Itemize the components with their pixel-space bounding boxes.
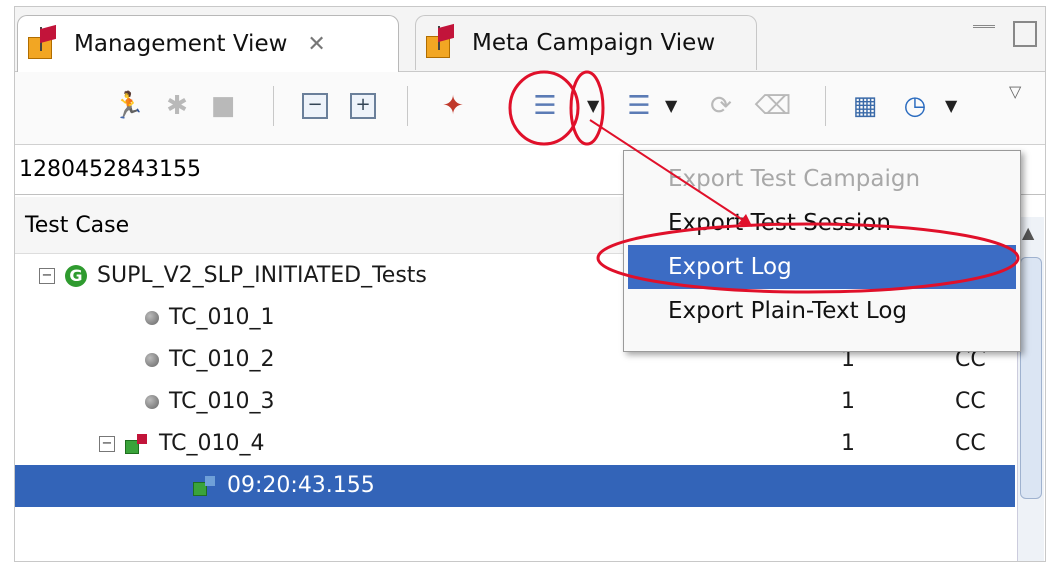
test-case-status-icon <box>145 352 159 367</box>
statistics-icon[interactable]: ▦ <box>847 88 883 124</box>
menu-item-export-test-campaign[interactable]: Export Test Campaign <box>628 157 1016 201</box>
tab-management-view[interactable]: Management View ✕ <box>17 15 399 72</box>
session-log-icon <box>193 475 217 496</box>
minimize-icon[interactable] <box>973 25 995 40</box>
maximize-icon[interactable] <box>1013 21 1037 47</box>
campaign-flag-icon <box>28 24 64 61</box>
refresh-icon[interactable]: ⟳ <box>703 88 739 124</box>
stop-icon[interactable]: ■ <box>205 88 241 124</box>
report-dropdown-arrow-icon[interactable]: ▼ <box>665 96 677 115</box>
collapse-toggle-icon[interactable]: − <box>39 267 55 284</box>
toolbar-separator <box>825 86 826 126</box>
window-controls <box>973 21 1037 47</box>
export-dropdown-menu: Export Test Campaign Export Test Session… <box>623 150 1021 352</box>
test-case-name: TC_010_1 <box>169 305 275 330</box>
test-case-name: TC_010_2 <box>169 347 275 372</box>
clock-dropdown-arrow-icon[interactable]: ▼ <box>945 96 957 115</box>
test-case-status-icon <box>145 394 159 409</box>
table-row-selected[interactable]: 09:20:43.155 <box>15 465 1015 507</box>
tab-meta-campaign-view-label: Meta Campaign View <box>472 30 716 56</box>
test-case-name: TC_010_3 <box>169 389 275 414</box>
menu-item-export-plain-text-log[interactable]: Export Plain-Text Log <box>628 289 1016 333</box>
test-case-name: TC_010_4 <box>159 431 265 456</box>
cell-status: CC <box>955 389 986 414</box>
export-dropdown-arrow-icon[interactable]: ▼ <box>587 96 599 115</box>
run-icon[interactable]: 🏃 <box>111 88 147 124</box>
test-case-status-icon <box>145 310 159 325</box>
toolbar-separator <box>273 86 274 126</box>
debug-icon[interactable]: ✱ <box>159 88 195 124</box>
clock-icon[interactable]: ◷ <box>897 88 933 124</box>
table-row[interactable]: TC_011_1 1 CC <box>15 507 1015 549</box>
session-timestamp: 09:20:43.155 <box>227 473 375 498</box>
scroll-up-icon[interactable]: ▲ <box>1022 223 1034 242</box>
test-case-status-icon <box>145 535 159 549</box>
tab-management-view-label: Management View <box>74 31 288 57</box>
menu-item-export-test-session[interactable]: Export Test Session <box>628 201 1016 245</box>
scrollbar-thumb[interactable] <box>1020 257 1042 499</box>
cell-status: CC <box>955 529 986 554</box>
collapse-all-icon[interactable]: − <box>297 88 333 124</box>
new-campaign-icon[interactable]: ✦ <box>435 88 471 124</box>
cell-status: CC <box>955 431 986 456</box>
collapse-toggle-icon[interactable]: − <box>99 435 115 452</box>
table-row[interactable]: − TC_010_4 1 CC <box>15 423 1015 465</box>
menu-item-export-log[interactable]: Export Log <box>628 245 1016 289</box>
cell-count: 1 <box>841 431 855 456</box>
column-header-test-case[interactable]: Test Case <box>25 213 129 238</box>
view-toolbar: 🏃 ✱ ■ − + ✦ ☰ ▼ ☰ ▼ ⟳ ⌫ ▦ ◷ ▼ ▽ <box>15 72 1045 145</box>
toolbar-separator <box>407 86 408 126</box>
tab-meta-campaign-view[interactable]: Meta Campaign View <box>415 15 757 70</box>
tree-row-label: SUPL_V2_SLP_INITIATED_Tests <box>97 263 427 288</box>
view-menu-icon[interactable]: ▽ <box>1009 82 1021 101</box>
report-icon[interactable]: ☰ <box>621 88 657 124</box>
campaign-flag-icon <box>426 23 462 60</box>
view-tab-bar: Management View ✕ Meta Campaign View <box>15 7 1045 72</box>
table-row[interactable]: TC_010_3 1 CC <box>15 381 1015 423</box>
campaign-status-icon: G <box>65 264 87 287</box>
export-icon[interactable]: ☰ <box>527 88 563 124</box>
cell-count: 1 <box>841 389 855 414</box>
test-case-name: TC_011_1 <box>169 529 275 554</box>
eraser-icon[interactable]: ⌫ <box>755 88 792 124</box>
vertical-scrollbar[interactable]: ▲ <box>1017 217 1044 561</box>
cell-count: 1 <box>841 529 855 554</box>
close-tab-icon[interactable]: ✕ <box>307 32 325 57</box>
expand-all-icon[interactable]: + <box>345 88 381 124</box>
test-case-passed-icon <box>125 433 149 454</box>
management-view-panel: Management View ✕ Meta Campaign View 🏃 ✱… <box>14 6 1046 562</box>
